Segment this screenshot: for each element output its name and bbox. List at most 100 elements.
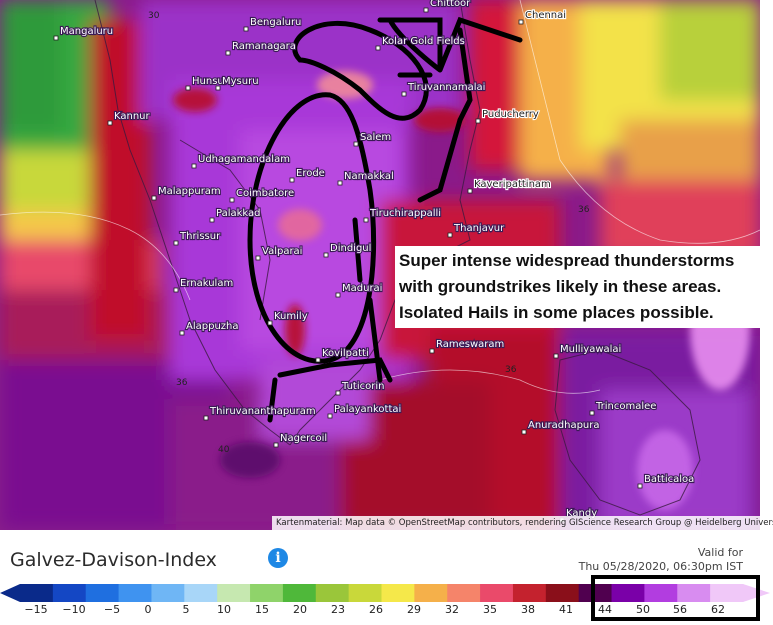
city-dot <box>273 442 279 448</box>
city-label: Mangaluru <box>60 26 113 37</box>
city-label: Mulliyawalai <box>560 344 621 355</box>
city-dot <box>447 232 453 238</box>
city-label: Kumily <box>274 311 308 322</box>
city-dot <box>327 413 333 419</box>
contour-label: 36 <box>505 365 517 375</box>
city-dot <box>337 180 343 186</box>
city-dot <box>173 287 179 293</box>
city-dot <box>289 177 295 183</box>
city-label: Kannur <box>114 111 151 122</box>
city-dot <box>229 197 235 203</box>
valid-for: Valid for Thu 05/28/2020, 06:30pm IST <box>579 546 743 574</box>
city-dot <box>429 348 435 354</box>
city-label: Ernakulam <box>180 278 233 289</box>
city-label: Puducherry <box>482 109 539 120</box>
city-dot <box>363 217 369 223</box>
contour-label: 30 <box>148 11 160 21</box>
color-scale-segment <box>315 584 350 602</box>
city-dot <box>185 85 191 91</box>
color-scale-segment <box>52 584 87 602</box>
color-scale-segment <box>184 584 218 602</box>
city-label: Salem <box>360 132 391 143</box>
color-scale-segment <box>20 584 54 602</box>
city-dot <box>53 35 59 41</box>
city-label: Trincomalee <box>595 401 656 412</box>
map-attribution[interactable]: Kartenmaterial: Map data © OpenStreetMap… <box>272 516 773 530</box>
color-scale-segment <box>381 584 415 602</box>
contour-label: 40 <box>218 445 230 455</box>
city-label: Chittoor <box>430 0 471 9</box>
city-label: Bengaluru <box>250 17 301 28</box>
city-dot <box>209 217 215 223</box>
city-dot <box>475 118 481 124</box>
city-label: Namakkal <box>344 171 394 182</box>
color-scale-segment <box>250 584 284 602</box>
city-dot <box>315 357 321 363</box>
city-label: Kovilpatti <box>322 348 369 359</box>
color-scale-segment <box>151 584 185 602</box>
city-label: Batticaloa <box>644 474 694 485</box>
city-label: Valparai <box>262 246 302 257</box>
city-label: Rameswaram <box>436 339 504 350</box>
color-scale-segment <box>282 584 317 602</box>
city-label: Thrissur <box>179 231 221 242</box>
city-dot <box>267 320 273 326</box>
city-dot <box>335 292 341 298</box>
info-icon[interactable]: i <box>268 548 288 568</box>
color-scale-tick-label: 0 <box>144 603 152 616</box>
city-dot <box>191 163 197 169</box>
city-label: Palayankottai <box>334 404 401 415</box>
color-scale-tick-label: 23 <box>331 603 345 616</box>
city-dot <box>353 141 359 147</box>
annotation-line-3: Isolated Hails in some places possible. <box>399 303 714 322</box>
color-scale-tick-label: 15 <box>255 603 269 616</box>
city-dot <box>521 429 527 435</box>
city-dot <box>553 353 559 359</box>
color-scale-left-arrow <box>0 584 20 602</box>
color-scale-segment <box>85 584 120 602</box>
city-dot <box>107 120 113 126</box>
city-label: Palakkad <box>216 208 261 219</box>
color-scale-tick-label: 10 <box>217 603 231 616</box>
city-dot <box>243 26 249 32</box>
city-label: Mysuru <box>222 76 259 87</box>
city-label: Coimbatore <box>236 188 294 199</box>
city-dot <box>335 390 341 396</box>
color-scale-tick-label: −5 <box>103 603 121 616</box>
color-scale-tick-label: −15 <box>24 603 48 616</box>
city-label: Udhagamandalam <box>198 154 290 165</box>
color-scale-segment <box>217 584 251 602</box>
color-scale-segment <box>545 584 580 602</box>
legend-title: Galvez-Davison-Index <box>10 549 217 571</box>
city-dot <box>225 50 231 56</box>
city-label: Nagercoil <box>280 433 327 444</box>
city-dot <box>401 91 407 97</box>
city-dot <box>423 7 429 13</box>
city-label: Anuradhapura <box>528 420 600 431</box>
city-label: Tiruvannamalai <box>407 82 485 93</box>
color-scale-tick-label: 5 <box>182 603 190 616</box>
city-label: Chennai <box>525 10 566 21</box>
city-label: Alappuzha <box>186 321 239 332</box>
city-dot <box>151 195 157 201</box>
annotation-box: Super intense widespread thunderstorms w… <box>395 246 760 328</box>
city-dot <box>637 483 643 489</box>
color-scale-segment <box>512 584 547 602</box>
color-scale-tick-label: 29 <box>407 603 421 616</box>
valid-for-label: Valid for <box>697 546 743 559</box>
city-label: Thiruvananthapuram <box>209 406 316 417</box>
city-label: Kaveripattinam <box>474 179 551 190</box>
city-label: Ramanagara <box>232 41 296 52</box>
city-dot <box>173 240 179 246</box>
city-dot <box>589 410 595 416</box>
city-label: Dindigul <box>330 243 371 254</box>
contour-label: 36 <box>578 205 590 215</box>
annotation-line-2: with groundstrikes likely in these areas… <box>399 277 722 296</box>
city-dot <box>255 255 261 261</box>
city-dot <box>467 188 473 194</box>
highlight-box <box>591 575 760 621</box>
city-label: Tiruchirappalli <box>369 208 441 219</box>
color-scale-tick-label: 20 <box>293 603 307 616</box>
city-label: Madurai <box>342 283 382 294</box>
color-scale-tick-label: 35 <box>483 603 497 616</box>
